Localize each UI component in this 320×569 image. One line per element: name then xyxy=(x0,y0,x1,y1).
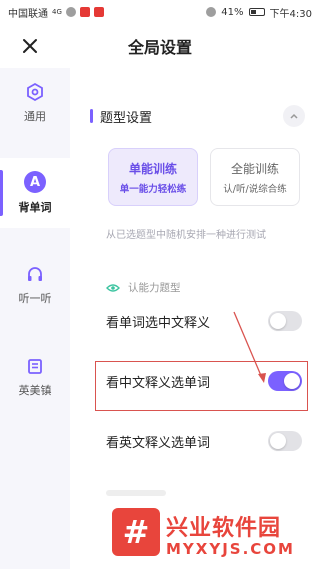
header: 全局设置 xyxy=(0,24,320,68)
app-notification-icon xyxy=(93,7,104,17)
collapse-button[interactable] xyxy=(283,105,305,127)
sidebar-item-listening[interactable]: 听一听 xyxy=(0,250,70,320)
watermark-logo: # xyxy=(112,508,160,556)
faded-divider xyxy=(106,490,166,496)
sidebar-item-general[interactable]: 通用 xyxy=(0,68,70,138)
letter-a-icon: A xyxy=(24,171,46,193)
sidebar-item-label: 听一听 xyxy=(18,292,52,305)
watermark-title: 兴业软件园 xyxy=(166,516,282,541)
eye-icon xyxy=(106,283,120,292)
full-training-card[interactable]: 全能训练 认/听/说综合练 xyxy=(210,148,300,206)
clock: 下午4:30 xyxy=(269,8,312,20)
ability-label: 认能力题型 xyxy=(128,282,181,294)
watermark-url: MYXYJS.COM xyxy=(166,540,295,558)
battery-percent: 41% xyxy=(221,6,244,18)
book-icon xyxy=(28,359,42,374)
sidebar-item-label: 背单词 xyxy=(18,201,52,214)
option-label: 看英文释义选单词 xyxy=(106,435,211,451)
option-label: 看单词选中文释义 xyxy=(106,315,211,331)
highlight-box xyxy=(95,361,308,411)
mode-title: 单能训练 xyxy=(128,161,177,176)
sidebar-item-vocabulary[interactable]: A 背单词 xyxy=(0,158,70,228)
option-toggle[interactable] xyxy=(268,311,302,331)
headphones-icon xyxy=(28,267,42,281)
network-label: 4G xyxy=(52,8,62,16)
option-toggle[interactable] xyxy=(268,431,302,451)
close-button[interactable] xyxy=(18,34,42,58)
single-training-card[interactable]: 单能训练 单一能力轻松练 xyxy=(108,148,198,206)
sidebar-item-label: 英美镇 xyxy=(18,384,52,397)
section-accent xyxy=(90,109,93,123)
page-title: 全局设置 xyxy=(127,38,192,57)
sidebar-item-town[interactable]: 英美镇 xyxy=(0,342,70,412)
section-title: 题型设置 xyxy=(100,110,153,126)
mode-subtitle: 单一能力轻松练 xyxy=(119,183,187,195)
mode-title: 全能训练 xyxy=(230,161,279,176)
hint-text: 从已选题型中随机安排一种进行测试 xyxy=(106,230,266,241)
sidebar-item-label: 通用 xyxy=(24,110,46,123)
battery-icon xyxy=(248,8,265,16)
sidebar: 通用 A 背单词 听一听 英美镇 xyxy=(0,68,70,569)
toggle-knob xyxy=(270,433,286,449)
mode-subtitle: 认/听/说综合练 xyxy=(223,183,287,195)
settings-hex-icon xyxy=(27,82,43,102)
toggle-knob xyxy=(270,313,286,329)
status-bar: 中国联通 4G 41% 下午4:30 xyxy=(0,0,320,24)
section-header: 题型设置 xyxy=(90,105,305,127)
notification-icon xyxy=(79,7,90,17)
carrier-label: 中国联通 xyxy=(8,8,48,20)
option-row: 看单词选中文释义 xyxy=(106,306,302,336)
wifi-icon xyxy=(65,7,76,17)
watermark: # 兴业软件园 MYXYJS.COM xyxy=(112,506,317,566)
eye-icon xyxy=(206,7,217,17)
chevron-up-icon xyxy=(290,113,298,119)
close-icon xyxy=(23,39,37,53)
option-row: 看英文释义选单词 xyxy=(106,426,302,456)
active-indicator xyxy=(0,170,3,216)
ability-header: 认能力题型 xyxy=(106,280,181,295)
